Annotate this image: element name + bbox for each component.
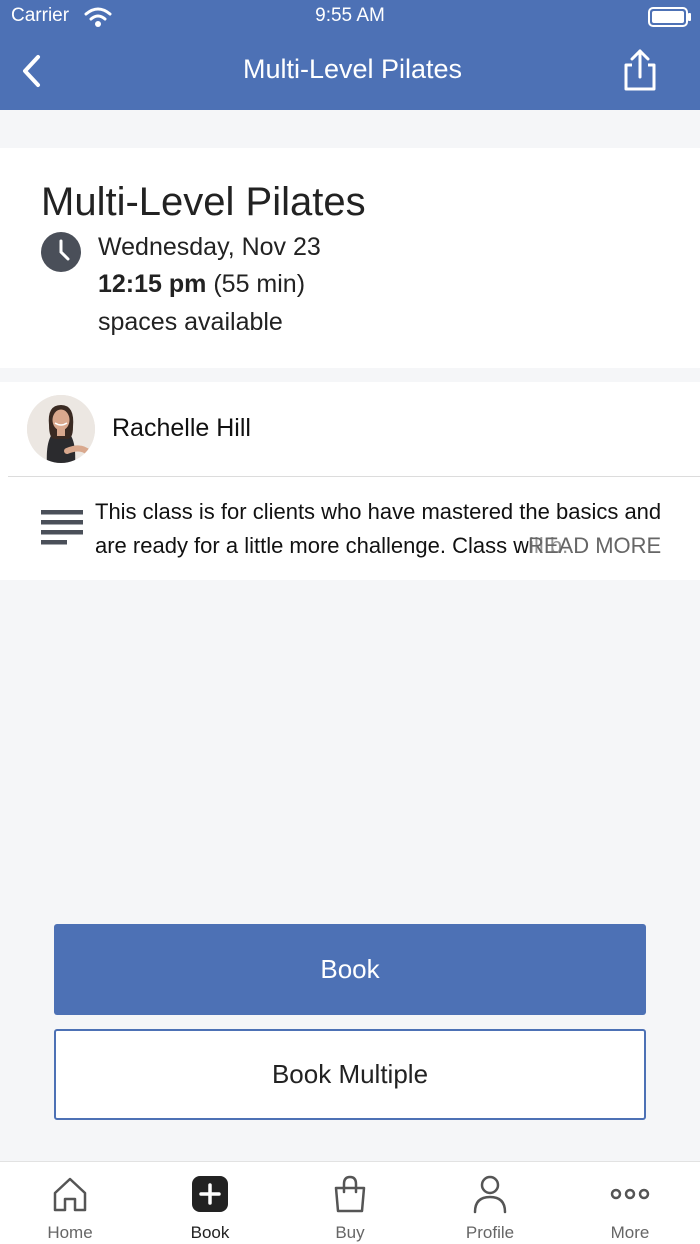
tab-book-label: Book	[190, 1223, 230, 1242]
tab-home[interactable]: Home	[0, 1162, 140, 1244]
chevron-left-icon	[23, 55, 40, 87]
header-bar: Carrier 9:55 AM Multi-Level Pilates	[0, 0, 700, 110]
tab-home-label: Home	[47, 1223, 93, 1242]
instructor-photo	[27, 395, 95, 463]
avatar[interactable]	[27, 395, 95, 463]
battery-icon	[648, 7, 691, 27]
class-date: Wednesday, Nov 23	[98, 233, 321, 261]
tab-more[interactable]: More	[560, 1162, 700, 1244]
tab-profile-label: Profile	[465, 1223, 515, 1242]
book-button[interactable]: Book	[54, 924, 646, 1015]
tab-buy-label: Buy	[335, 1223, 365, 1242]
more-dots-icon	[610, 1188, 650, 1200]
back-button[interactable]	[18, 52, 52, 90]
tab-more-label: More	[610, 1223, 650, 1242]
divider	[8, 476, 700, 477]
class-duration: (55 min)	[213, 270, 306, 298]
tab-profile[interactable]: Profile	[420, 1162, 560, 1244]
class-title: Multi-Level Pilates	[41, 180, 366, 224]
tab-book[interactable]: Book	[140, 1162, 280, 1244]
tab-buy[interactable]: Buy	[280, 1162, 420, 1244]
share-button[interactable]	[618, 48, 662, 92]
tab-bar: Home Book Buy Profile More	[0, 1161, 700, 1244]
plus-square-icon	[192, 1176, 228, 1212]
status-time: 9:55 AM	[315, 5, 385, 26]
class-details-card: Multi-Level Pilates Wednesday, Nov 23 12…	[0, 148, 700, 368]
home-icon	[53, 1177, 87, 1212]
person-icon	[473, 1175, 507, 1214]
text-lines-icon	[41, 510, 83, 545]
class-time-row: 12:15 pm (55 min)	[98, 270, 305, 299]
shopping-bag-icon	[334, 1175, 366, 1213]
read-more-link[interactable]: READ MORE	[528, 529, 662, 563]
instructor-name[interactable]: Rachelle Hill	[112, 414, 251, 443]
share-icon	[624, 49, 656, 91]
clock-icon	[41, 232, 81, 272]
instructor-card: Rachelle Hill This class is for clients …	[0, 382, 700, 580]
book-multiple-button[interactable]: Book Multiple	[54, 1029, 646, 1120]
nav-title: Multi-Level Pilates	[242, 54, 463, 84]
class-start-time: 12:15 pm	[98, 270, 207, 298]
availability-text: spaces available	[98, 308, 283, 336]
